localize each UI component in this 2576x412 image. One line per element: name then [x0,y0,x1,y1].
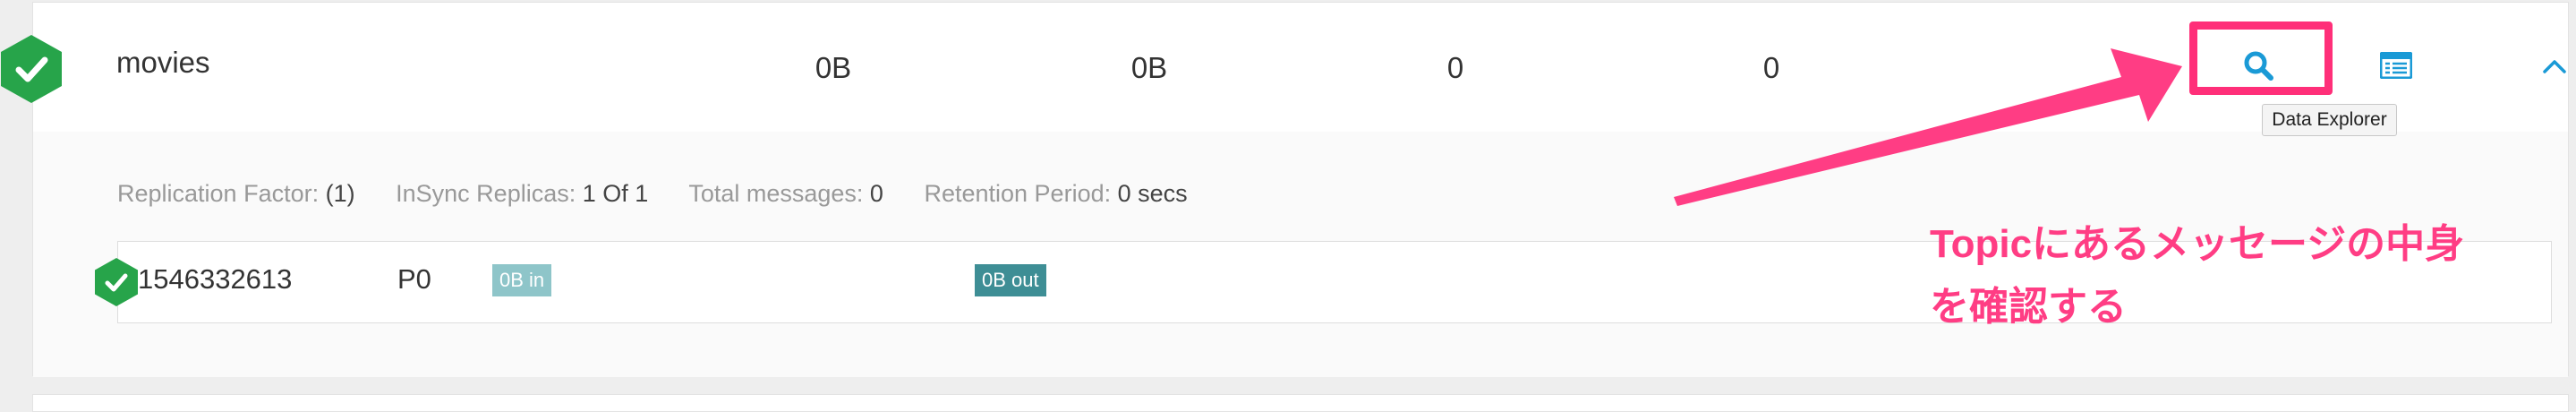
annotation-text-line2: を確認する [1930,285,2127,329]
annotation-arrow [1674,48,2182,206]
annotation-text-line1: Topicにあるメッセージの中身 [1930,222,2465,266]
